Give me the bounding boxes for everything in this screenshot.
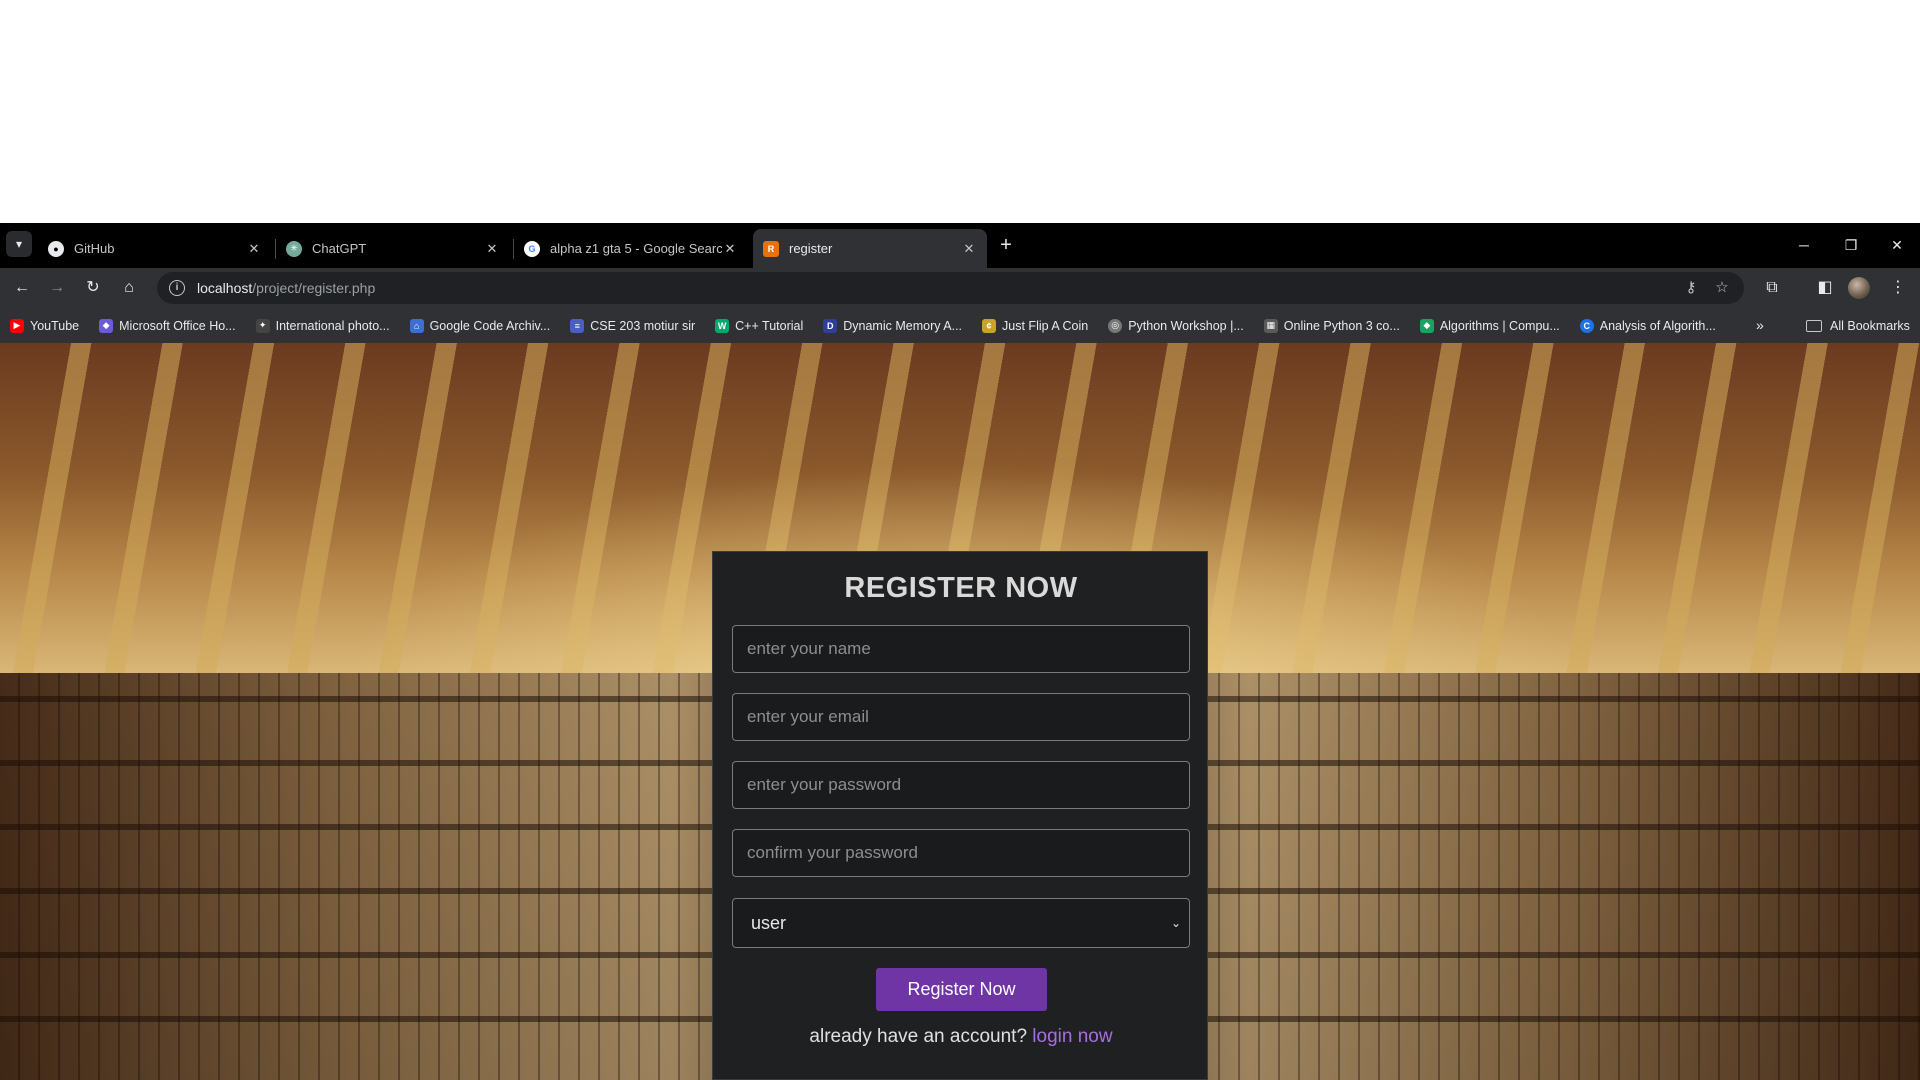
bookmark-label: Python Workshop |... — [1128, 318, 1244, 333]
tab-search-button[interactable]: ▾ — [6, 231, 32, 257]
bookmark-analysis-algorithms[interactable]: C Analysis of Algorith... — [1579, 318, 1716, 333]
tab-title: ChatGPT — [312, 241, 367, 256]
form-title: REGISTER NOW — [844, 572, 1078, 604]
more-bookmarks-icon[interactable]: » — [1756, 317, 1764, 333]
bookmark-label: Dynamic Memory A... — [843, 318, 963, 333]
home-icon[interactable]: ⌂ — [115, 274, 143, 302]
tab-title: register — [789, 241, 833, 256]
bookmark-label: Analysis of Algorith... — [1599, 318, 1716, 333]
bookmark-label: YouTube — [30, 318, 80, 333]
user-type-select[interactable]: user ⌄ — [732, 898, 1190, 948]
bookmark-flip-coin[interactable]: ¢ Just Flip A Coin — [982, 318, 1089, 333]
tab-title: GitHub — [74, 241, 115, 256]
tab-title: alpha z1 gta 5 - Google Search — [550, 241, 722, 256]
c-icon: C — [1579, 318, 1594, 333]
google-code-icon: ⌂ — [409, 318, 424, 333]
confirm-password-input[interactable] — [732, 829, 1190, 877]
register-button[interactable]: Register Now — [876, 968, 1047, 1011]
user-type-value: user — [751, 912, 787, 933]
browser-toolbar: ← → ↻ ⌂ i localhost/project/register.php… — [0, 268, 1920, 308]
close-icon[interactable]: ✕ — [484, 241, 500, 257]
close-icon[interactable]: ✕ — [722, 241, 738, 257]
login-prompt-text: already have an account? — [809, 1026, 1028, 1047]
tab-strip: ▾ ● GitHub ✕ ✳ ChatGPT ✕ G alpha z1 gta … — [0, 223, 1920, 268]
side-panel-icon[interactable]: ◧ — [1811, 274, 1839, 302]
folder-icon — [1806, 319, 1822, 332]
new-tab-button[interactable]: + — [993, 233, 1019, 259]
bookmark-label: Algorithms | Compu... — [1439, 318, 1560, 333]
bookmark-label: Microsoft Office Ho... — [119, 318, 236, 333]
bookmark-cpp-tutorial[interactable]: W C++ Tutorial — [715, 318, 804, 333]
bookmark-label: Online Python 3 co... — [1283, 318, 1400, 333]
password-input[interactable] — [732, 761, 1190, 809]
bookmark-online-python[interactable]: ▦ Online Python 3 co... — [1263, 318, 1400, 333]
tab-github[interactable]: ● GitHub ✕ — [38, 229, 272, 268]
google-icon: G — [524, 240, 540, 257]
youtube-icon: ▶ — [10, 318, 24, 333]
address-bar[interactable]: i localhost/project/register.php ⚷ ☆ — [157, 272, 1744, 304]
bookmark-cse203[interactable]: ≡ CSE 203 motiur sir — [570, 318, 696, 333]
email-input[interactable] — [732, 693, 1190, 741]
menu-icon[interactable]: ⋮ — [1884, 274, 1912, 302]
bookmark-dynamic-memory[interactable]: D Dynamic Memory A... — [823, 318, 963, 333]
tab-google-search[interactable]: G alpha z1 gta 5 - Google Search ✕ — [514, 229, 748, 268]
bookmark-algorithms[interactable]: ◆ Algorithms | Compu... — [1419, 318, 1560, 333]
bookmark-label: Just Flip A Coin — [1002, 318, 1089, 333]
algo-icon: ◆ — [1419, 318, 1434, 333]
bookmark-label: International photo... — [275, 318, 390, 333]
office-icon: ◆ — [99, 318, 114, 333]
name-input[interactable] — [732, 625, 1190, 673]
doc-icon: ≡ — [570, 318, 585, 333]
all-bookmarks-label: All Bookmarks — [1830, 318, 1910, 333]
key-icon[interactable]: ⚷ — [1677, 272, 1705, 304]
minimize-button[interactable]: ─ — [1784, 231, 1824, 259]
bookmark-office[interactable]: ◆ Microsoft Office Ho... — [99, 318, 236, 333]
bookmark-youtube[interactable]: ▶ YouTube — [10, 318, 80, 333]
reload-icon[interactable]: ↻ — [79, 274, 107, 302]
site-info-icon[interactable]: i — [169, 280, 185, 296]
page-icon: R — [763, 240, 779, 257]
chevron-down-icon: ⌄ — [1170, 916, 1181, 930]
back-icon[interactable]: ← — [8, 274, 36, 302]
w3-icon: W — [715, 318, 730, 333]
bookmark-photo[interactable]: ✦ International photo... — [255, 318, 390, 333]
gfg-icon: D — [823, 318, 838, 333]
extensions-icon[interactable]: ⧉ — [1758, 274, 1786, 302]
login-link[interactable]: login now — [1032, 1026, 1112, 1047]
github-icon: ● — [48, 240, 64, 257]
register-form: REGISTER NOW user ⌄ Register Now already… — [712, 551, 1208, 1080]
bookmark-label: Google Code Archiv... — [429, 318, 551, 333]
bookmark-google-code[interactable]: ⌂ Google Code Archiv... — [409, 318, 551, 333]
address-host: localhost — [197, 280, 253, 296]
forward-icon[interactable]: → — [43, 274, 71, 302]
bookmarks-bar: ▶ YouTube ◆ Microsoft Office Ho... ✦ Intern… — [0, 308, 1920, 343]
address-path: /project/register.php — [252, 280, 376, 296]
python-icon: ▦ — [1263, 318, 1278, 333]
close-icon[interactable]: ✕ — [961, 241, 977, 257]
restore-button[interactable]: ❐ — [1831, 231, 1871, 259]
login-prompt: already have an account? login now — [713, 1026, 1209, 1048]
bookmark-label: CSE 203 motiur sir — [590, 318, 696, 333]
close-icon[interactable]: ✕ — [246, 241, 262, 257]
photo-icon: ✦ — [255, 318, 270, 333]
bookmark-python-workshop[interactable]: ◎ Python Workshop |... — [1108, 318, 1244, 333]
chatgpt-icon: ✳ — [286, 240, 302, 257]
window-close-button[interactable]: ✕ — [1877, 231, 1917, 259]
bookmark-label: C++ Tutorial — [735, 318, 804, 333]
globe-icon: ◎ — [1108, 318, 1123, 333]
star-icon[interactable]: ☆ — [1708, 272, 1736, 304]
coin-icon: ¢ — [982, 318, 997, 333]
profile-avatar[interactable] — [1848, 277, 1870, 299]
tab-register[interactable]: R register ✕ — [753, 229, 987, 268]
tab-chatgpt[interactable]: ✳ ChatGPT ✕ — [276, 229, 510, 268]
all-bookmarks-button[interactable]: All Bookmarks — [1806, 308, 1910, 343]
